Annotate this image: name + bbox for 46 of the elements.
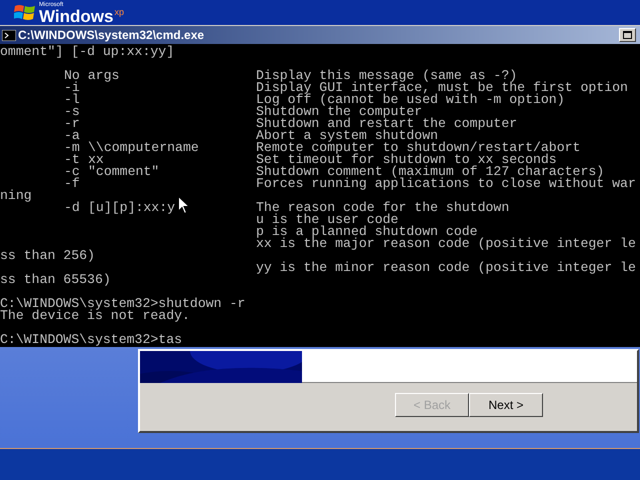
option-label: -a bbox=[64, 130, 80, 142]
argument-label: xx bbox=[88, 154, 104, 166]
argument-label: \\computername bbox=[88, 142, 199, 154]
maximize-icon bbox=[623, 31, 632, 39]
option-label: -c bbox=[64, 166, 80, 178]
logo-product: Windows bbox=[39, 8, 114, 25]
description-text: The reason code for the shutdown bbox=[256, 202, 510, 214]
description-text: Log off (cannot be used with -m option) bbox=[256, 94, 565, 106]
window-title: C:\WINDOWS\system32\cmd.exe bbox=[18, 27, 204, 44]
option-label: -r bbox=[64, 118, 80, 130]
option-label: -f bbox=[64, 178, 80, 190]
option-label: -d bbox=[64, 202, 80, 214]
console-text: C:\WINDOWS\system32>tas bbox=[0, 334, 182, 346]
option-label: -s bbox=[64, 106, 80, 118]
option-label: -i bbox=[64, 82, 80, 94]
console-text: omment"] [-d up:xx:yy] bbox=[0, 46, 174, 58]
console-icon bbox=[2, 30, 16, 40]
argument-label: [u][p]:xx:y bbox=[88, 202, 176, 214]
description-text: Remote computer to shutdown/restart/abort bbox=[256, 142, 580, 154]
next-button[interactable]: Next > bbox=[469, 393, 543, 417]
option-label: -t bbox=[64, 154, 80, 166]
console-text: ning bbox=[0, 190, 32, 202]
mouse-cursor-icon bbox=[178, 196, 190, 215]
option-label: No args bbox=[64, 70, 120, 82]
description-text: Abort a system shutdown bbox=[256, 130, 438, 142]
description-text: p is a planned shutdown code bbox=[256, 226, 478, 238]
maximize-button[interactable] bbox=[619, 28, 636, 42]
description-text: Forces running applications to close without war bbox=[256, 178, 636, 190]
console-text: ss than 65536) bbox=[0, 274, 111, 286]
windows-flag-icon bbox=[14, 3, 36, 23]
console-text: The device is not ready. bbox=[0, 310, 190, 322]
description-text: yy is the minor reason code (positive integer le bbox=[256, 262, 636, 274]
description-text: Shutdown the computer bbox=[256, 106, 422, 118]
description-text: Shutdown comment (maximum of 127 characters) bbox=[256, 166, 604, 178]
description-text: Shutdown and restart the computer bbox=[256, 118, 518, 130]
description-text: u is the user code bbox=[256, 214, 398, 226]
description-text: Display this message (same as -?) bbox=[256, 70, 518, 82]
description-text: Display GUI interface, must be the first option bbox=[256, 82, 628, 94]
option-label: -m bbox=[64, 142, 80, 154]
description-text: Set timeout for shutdown to xx seconds bbox=[256, 154, 557, 166]
console-text: ss than 256) bbox=[0, 250, 95, 262]
console-text: C:\WINDOWS\system32>shutdown -r bbox=[0, 298, 246, 310]
logo-edition: xp bbox=[114, 8, 124, 17]
description-text: xx is the major reason code (positive integer le bbox=[256, 238, 636, 250]
argument-label: "comment" bbox=[88, 166, 160, 178]
option-label: -l bbox=[64, 94, 80, 106]
